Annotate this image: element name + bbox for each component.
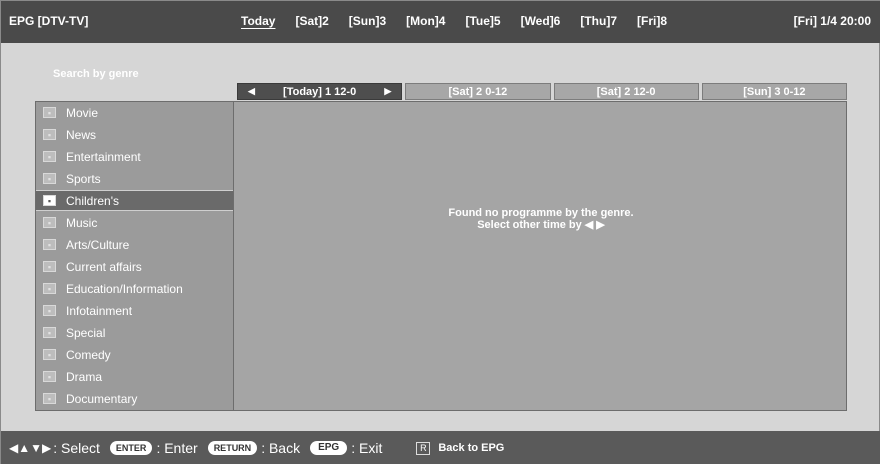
time-slot-label: [Sat] 2 0-12	[448, 85, 508, 98]
genre-item-arts-culture[interactable]: ▪ Arts/Culture	[36, 234, 233, 255]
time-slot-label: [Sun] 3 0-12	[743, 85, 806, 98]
genre-item-infotainment[interactable]: ▪ Infotainment	[36, 300, 233, 321]
genre-item-childrens[interactable]: ▪ Children's	[36, 190, 233, 211]
epg-key-icon: EPG	[310, 441, 348, 455]
genre-item-current-affairs[interactable]: ▪ Current affairs	[36, 256, 233, 277]
epg-title: EPG [DTV-TV]	[9, 14, 89, 28]
genre-label: Documentary	[66, 391, 138, 406]
genre-label: Sports	[66, 171, 101, 186]
genre-label: Special	[66, 325, 106, 340]
genre-label: Arts/Culture	[66, 237, 130, 252]
date-time-display: [Fri] 1/4 20:00	[793, 14, 871, 28]
enter-key-icon: ENTER	[109, 441, 153, 455]
genre-item-news[interactable]: ▪ News	[36, 124, 233, 145]
message-line: Select other time by ◀ ▶	[477, 219, 605, 231]
genre-item-documentary[interactable]: ▪ Documentary	[36, 388, 233, 409]
time-slot-tab[interactable]: [Sat] 2 0-12	[405, 83, 551, 100]
news-icon: ▪	[43, 129, 56, 140]
time-slot-label: [Sat] 2 12-0	[596, 85, 656, 98]
genre-label: Infotainment	[66, 303, 133, 318]
exit-hint: : Exit	[351, 440, 383, 456]
return-key-icon: RETURN	[207, 441, 258, 455]
genre-label: Current affairs	[66, 259, 142, 274]
genre-list: ▪ Movie ▪ News ▪ Entertainment ▪ Sports ▪ Chi…	[36, 102, 234, 410]
genre-item-education[interactable]: ▪ Education/Information	[36, 278, 233, 299]
comedy-icon: ▪	[43, 349, 56, 360]
back-to-epg-hint[interactable]: Back to EPG	[438, 442, 504, 454]
genre-item-music[interactable]: ▪ Music	[36, 212, 233, 233]
day-tab-sat[interactable]: [Sat]2	[295, 14, 328, 28]
day-tabs: Today [Sat]2 [Sun]3 [Mon]4 [Tue]5 [Wed]6…	[241, 14, 687, 28]
epg-screen: EPG [DTV-TV] Today [Sat]2 [Sun]3 [Mon]4 …	[0, 0, 880, 464]
time-slot-tab[interactable]: ◀ [Today] 1 12-0 ▶	[237, 83, 403, 100]
day-tab-today[interactable]: Today	[241, 14, 275, 28]
genre-item-movie[interactable]: ▪ Movie	[36, 102, 233, 123]
genre-label: Comedy	[66, 347, 111, 362]
current-affairs-icon: ▪	[43, 261, 56, 272]
genre-label: Music	[66, 215, 98, 230]
genre-label: Education/Information	[66, 281, 183, 296]
genre-label: Children's	[66, 193, 119, 208]
day-tab-thu[interactable]: [Thu]7	[580, 14, 617, 28]
day-tab-sun[interactable]: [Sun]3	[349, 14, 386, 28]
search-by-genre-label: Search by genre	[53, 68, 139, 80]
left-arrow-icon[interactable]: ◀	[248, 86, 255, 97]
childrens-icon: ▪	[43, 195, 56, 206]
genre-label: Drama	[66, 369, 103, 384]
time-slot-tabs: ◀ [Today] 1 12-0 ▶ [Sat] 2 0-12 [Sat] 2 …	[237, 83, 847, 100]
genre-label: Movie	[66, 105, 99, 120]
genre-item-entertainment[interactable]: ▪ Entertainment	[36, 146, 233, 167]
time-slot-label: [Today] 1 12-0	[283, 85, 357, 98]
entertainment-icon: ▪	[43, 151, 56, 162]
music-icon: ▪	[43, 217, 56, 228]
sports-icon: ▪	[43, 173, 56, 184]
arts-culture-icon: ▪	[43, 239, 56, 250]
navigation-arrows-icon: ◀▲▼▶	[9, 441, 52, 455]
special-icon: ▪	[43, 327, 56, 338]
infotainment-icon: ▪	[43, 305, 56, 316]
right-arrow-icon[interactable]: ▶	[384, 86, 391, 97]
genre-label: Entertainment	[66, 149, 141, 164]
movie-icon: ▪	[43, 107, 56, 118]
genre-results-panel: ▪ Movie ▪ News ▪ Entertainment ▪ Sports ▪ Chi…	[35, 101, 847, 411]
genre-item-drama[interactable]: ▪ Drama	[36, 366, 233, 387]
day-tab-tue[interactable]: [Tue]5	[465, 14, 500, 28]
genre-item-sports[interactable]: ▪ Sports	[36, 168, 233, 189]
genre-item-comedy[interactable]: ▪ Comedy	[36, 344, 233, 365]
r-key-icon: R	[416, 441, 431, 455]
day-tab-mon[interactable]: [Mon]4	[406, 14, 445, 28]
drama-icon: ▪	[43, 371, 56, 382]
day-tab-fri[interactable]: [Fri]8	[637, 14, 667, 28]
education-icon: ▪	[43, 283, 56, 294]
select-hint: : Select	[53, 440, 100, 456]
time-slot-tab[interactable]: [Sun] 3 0-12	[701, 83, 847, 100]
no-programme-message: Found no programme by the genre. Select …	[236, 207, 846, 231]
message-line: Found no programme by the genre.	[448, 207, 634, 219]
documentary-icon: ▪	[43, 393, 56, 404]
key-guide-bar: ◀▲▼▶ : Select ENTER : Enter RETURN : Bac…	[1, 431, 880, 464]
genre-item-special[interactable]: ▪ Special	[36, 322, 233, 343]
genre-label: News	[66, 127, 97, 142]
day-tab-wed[interactable]: [Wed]6	[521, 14, 561, 28]
enter-hint: : Enter	[156, 440, 198, 456]
header-bar: EPG [DTV-TV] Today [Sat]2 [Sun]3 [Mon]4 …	[1, 1, 880, 43]
back-hint: : Back	[261, 440, 301, 456]
time-slot-tab[interactable]: [Sat] 2 12-0	[553, 83, 699, 100]
